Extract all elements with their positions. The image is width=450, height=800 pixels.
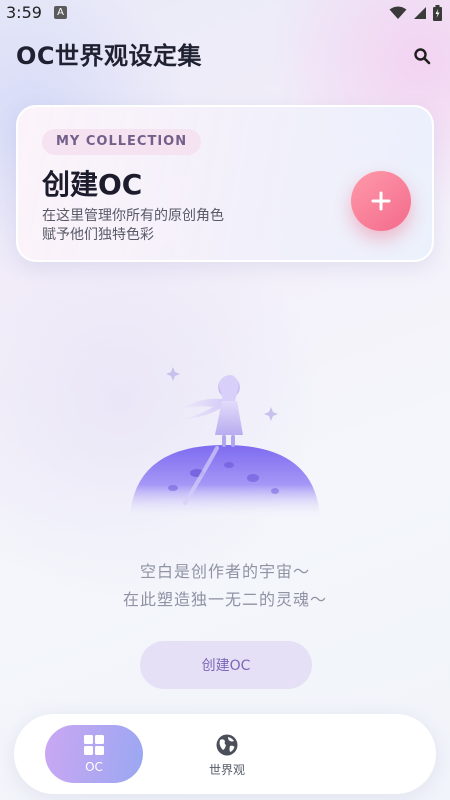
card-desc-line-1: 在这里管理你所有的原创角色: [42, 208, 224, 224]
collection-badge: MY COLLECTION: [42, 129, 202, 155]
tab-oc-label: OC: [85, 760, 103, 774]
globe-icon: [216, 734, 238, 755]
signal-icon: [414, 7, 426, 19]
empty-state-illustration: [130, 367, 320, 517]
page-title: OC世界观设定集: [16, 42, 203, 70]
card-desc-line-2: 赋予他们独特色彩: [42, 227, 154, 243]
tab-oc[interactable]: OC: [45, 725, 143, 783]
card-title: 创建OC: [42, 168, 143, 201]
collection-card: MY COLLECTION 创建OC 在这里管理你所有的原创角色 赋予他们独特色…: [16, 105, 434, 262]
status-time: 3:59: [6, 3, 42, 22]
empty-state-message: 空白是创作者的宇宙～ 在此塑造独一无二的灵魂～: [0, 558, 450, 614]
empty-state-line-1: 空白是创作者的宇宙～: [139, 562, 310, 581]
notification-icon: A: [54, 6, 67, 19]
search-button[interactable]: [408, 42, 436, 70]
tab-worldview-label: 世界观: [208, 762, 245, 777]
tab-worldview[interactable]: 世界观: [187, 728, 267, 782]
create-oc-button[interactable]: 创建OC: [140, 641, 312, 689]
wifi-icon: [389, 6, 407, 19]
plus-icon: [371, 191, 391, 211]
battery-icon: [433, 5, 442, 21]
search-icon: [414, 48, 431, 65]
card-description: 在这里管理你所有的原创角色 赋予他们独特色彩: [42, 207, 224, 245]
add-oc-button[interactable]: [351, 171, 411, 231]
grid-icon: [84, 735, 104, 755]
status-bar: 3:59 A: [0, 0, 450, 26]
empty-state-line-2: 在此塑造独一无二的灵魂～: [122, 590, 327, 609]
bottom-tab-bar: OC 世界观: [14, 714, 436, 794]
status-icons: [389, 4, 442, 22]
